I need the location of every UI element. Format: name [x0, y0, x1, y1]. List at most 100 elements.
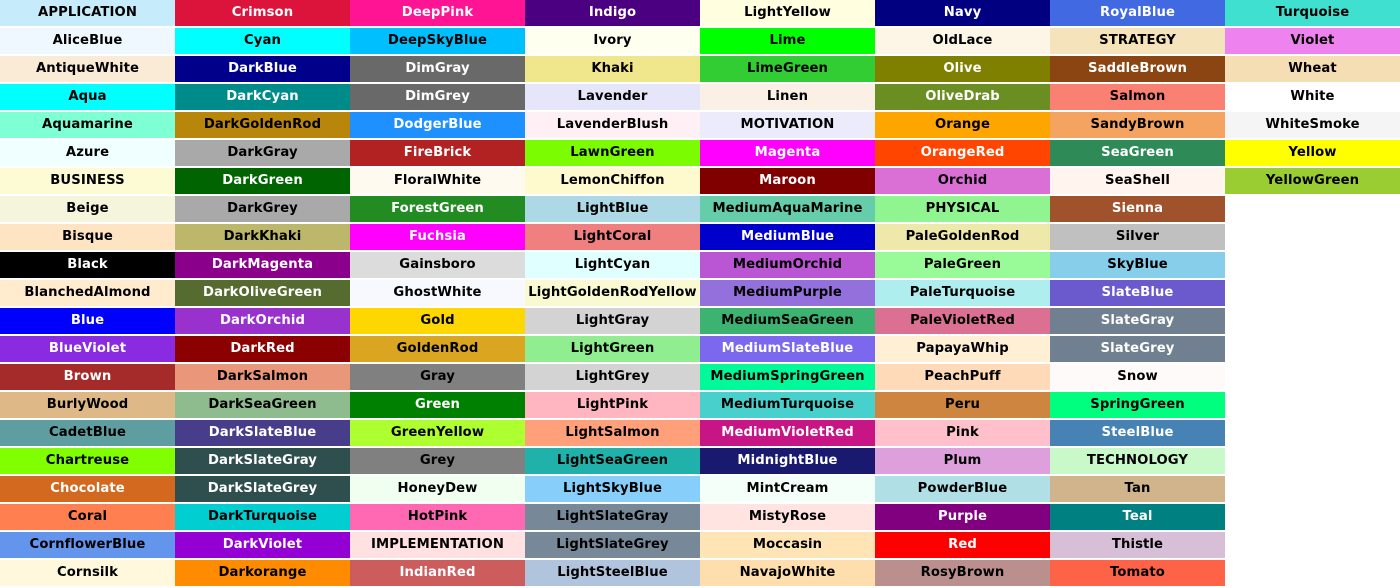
color-swatch[interactable]: Khaki: [525, 56, 700, 82]
color-swatch[interactable]: Brown: [0, 364, 175, 390]
color-swatch[interactable]: Yellow: [1225, 140, 1400, 166]
color-swatch[interactable]: SlateBlue: [1050, 280, 1225, 306]
color-swatch[interactable]: LightSlateGrey: [525, 532, 700, 558]
color-swatch[interactable]: DimGrey: [350, 84, 525, 110]
color-swatch[interactable]: Chartreuse: [0, 448, 175, 474]
color-swatch[interactable]: DarkBlue: [175, 56, 350, 82]
color-swatch[interactable]: LightSalmon: [525, 420, 700, 446]
color-swatch[interactable]: Gold: [350, 308, 525, 334]
color-swatch[interactable]: DarkCyan: [175, 84, 350, 110]
color-swatch[interactable]: LavenderBlush: [525, 112, 700, 138]
color-swatch[interactable]: Tan: [1050, 476, 1225, 502]
color-swatch[interactable]: SpringGreen: [1050, 392, 1225, 418]
color-swatch[interactable]: STRATEGY: [1050, 28, 1225, 54]
color-swatch[interactable]: Magenta: [700, 140, 875, 166]
color-swatch[interactable]: BurlyWood: [0, 392, 175, 418]
color-swatch[interactable]: RoyalBlue: [1050, 0, 1225, 26]
color-swatch[interactable]: BlueViolet: [0, 336, 175, 362]
color-swatch[interactable]: GoldenRod: [350, 336, 525, 362]
color-swatch[interactable]: Gray: [350, 364, 525, 390]
color-swatch[interactable]: LightSlateGray: [525, 504, 700, 530]
color-swatch[interactable]: LightGreen: [525, 336, 700, 362]
color-swatch[interactable]: ForestGreen: [350, 196, 525, 222]
color-swatch[interactable]: DeepPink: [350, 0, 525, 26]
color-swatch[interactable]: PHYSICAL: [875, 196, 1050, 222]
color-swatch[interactable]: DarkKhaki: [175, 224, 350, 250]
color-swatch[interactable]: Turquoise: [1225, 0, 1400, 26]
color-swatch[interactable]: MediumOrchid: [700, 252, 875, 278]
color-swatch[interactable]: Beige: [0, 196, 175, 222]
color-swatch[interactable]: MistyRose: [700, 504, 875, 530]
color-swatch[interactable]: LightYellow: [700, 0, 875, 26]
color-swatch[interactable]: LightGoldenRodYellow: [525, 280, 700, 306]
color-swatch[interactable]: SlateGrey: [1050, 336, 1225, 362]
color-swatch[interactable]: NavajoWhite: [700, 560, 875, 586]
color-swatch[interactable]: SaddleBrown: [1050, 56, 1225, 82]
color-swatch[interactable]: DarkSlateBlue: [175, 420, 350, 446]
color-swatch[interactable]: SeaShell: [1050, 168, 1225, 194]
color-swatch[interactable]: IMPLEMENTATION: [350, 532, 525, 558]
color-swatch[interactable]: Purple: [875, 504, 1050, 530]
color-swatch[interactable]: Gainsboro: [350, 252, 525, 278]
color-swatch[interactable]: Black: [0, 252, 175, 278]
color-swatch[interactable]: Ivory: [525, 28, 700, 54]
color-swatch[interactable]: LightSkyBlue: [525, 476, 700, 502]
color-swatch[interactable]: LightGrey: [525, 364, 700, 390]
color-swatch[interactable]: LightCyan: [525, 252, 700, 278]
color-swatch[interactable]: MintCream: [700, 476, 875, 502]
color-swatch[interactable]: Wheat: [1225, 56, 1400, 82]
color-swatch[interactable]: DarkSalmon: [175, 364, 350, 390]
color-swatch[interactable]: MediumSpringGreen: [700, 364, 875, 390]
color-swatch[interactable]: Linen: [700, 84, 875, 110]
color-swatch[interactable]: Green: [350, 392, 525, 418]
color-swatch[interactable]: MidnightBlue: [700, 448, 875, 474]
color-swatch[interactable]: DarkRed: [175, 336, 350, 362]
color-swatch[interactable]: GhostWhite: [350, 280, 525, 306]
color-swatch[interactable]: Navy: [875, 0, 1050, 26]
color-swatch[interactable]: APPLICATION: [0, 0, 175, 26]
color-swatch[interactable]: FloralWhite: [350, 168, 525, 194]
color-swatch[interactable]: BlanchedAlmond: [0, 280, 175, 306]
color-swatch[interactable]: LightCoral: [525, 224, 700, 250]
color-swatch[interactable]: Azure: [0, 140, 175, 166]
color-swatch[interactable]: Snow: [1050, 364, 1225, 390]
color-swatch[interactable]: WhiteSmoke: [1225, 112, 1400, 138]
color-swatch[interactable]: DarkViolet: [175, 532, 350, 558]
color-swatch[interactable]: PaleGoldenRod: [875, 224, 1050, 250]
color-swatch[interactable]: Lavender: [525, 84, 700, 110]
color-swatch[interactable]: SkyBlue: [1050, 252, 1225, 278]
color-swatch[interactable]: DarkTurquoise: [175, 504, 350, 530]
color-swatch[interactable]: OrangeRed: [875, 140, 1050, 166]
color-swatch[interactable]: DimGray: [350, 56, 525, 82]
color-swatch[interactable]: Darkorange: [175, 560, 350, 586]
color-swatch[interactable]: LawnGreen: [525, 140, 700, 166]
color-swatch[interactable]: LemonChiffon: [525, 168, 700, 194]
color-swatch[interactable]: Grey: [350, 448, 525, 474]
color-swatch[interactable]: SeaGreen: [1050, 140, 1225, 166]
color-swatch[interactable]: MediumBlue: [700, 224, 875, 250]
color-swatch[interactable]: CornflowerBlue: [0, 532, 175, 558]
color-swatch[interactable]: PowderBlue: [875, 476, 1050, 502]
color-swatch[interactable]: PaleVioletRed: [875, 308, 1050, 334]
color-swatch[interactable]: DarkSeaGreen: [175, 392, 350, 418]
color-swatch[interactable]: Bisque: [0, 224, 175, 250]
color-swatch[interactable]: MediumAquaMarine: [700, 196, 875, 222]
color-swatch[interactable]: MediumSlateBlue: [700, 336, 875, 362]
color-swatch[interactable]: Crimson: [175, 0, 350, 26]
color-swatch[interactable]: PaleTurquoise: [875, 280, 1050, 306]
color-swatch[interactable]: Orange: [875, 112, 1050, 138]
color-swatch[interactable]: RosyBrown: [875, 560, 1050, 586]
color-swatch[interactable]: Aquamarine: [0, 112, 175, 138]
color-swatch[interactable]: Tomato: [1050, 560, 1225, 586]
color-swatch[interactable]: White: [1225, 84, 1400, 110]
color-swatch[interactable]: LightSeaGreen: [525, 448, 700, 474]
color-swatch[interactable]: Peru: [875, 392, 1050, 418]
color-swatch[interactable]: YellowGreen: [1225, 168, 1400, 194]
color-swatch[interactable]: Salmon: [1050, 84, 1225, 110]
color-swatch[interactable]: DarkGrey: [175, 196, 350, 222]
color-swatch[interactable]: SlateGray: [1050, 308, 1225, 334]
color-swatch[interactable]: Teal: [1050, 504, 1225, 530]
color-swatch[interactable]: DarkGray: [175, 140, 350, 166]
color-swatch[interactable]: OldLace: [875, 28, 1050, 54]
color-swatch[interactable]: SandyBrown: [1050, 112, 1225, 138]
